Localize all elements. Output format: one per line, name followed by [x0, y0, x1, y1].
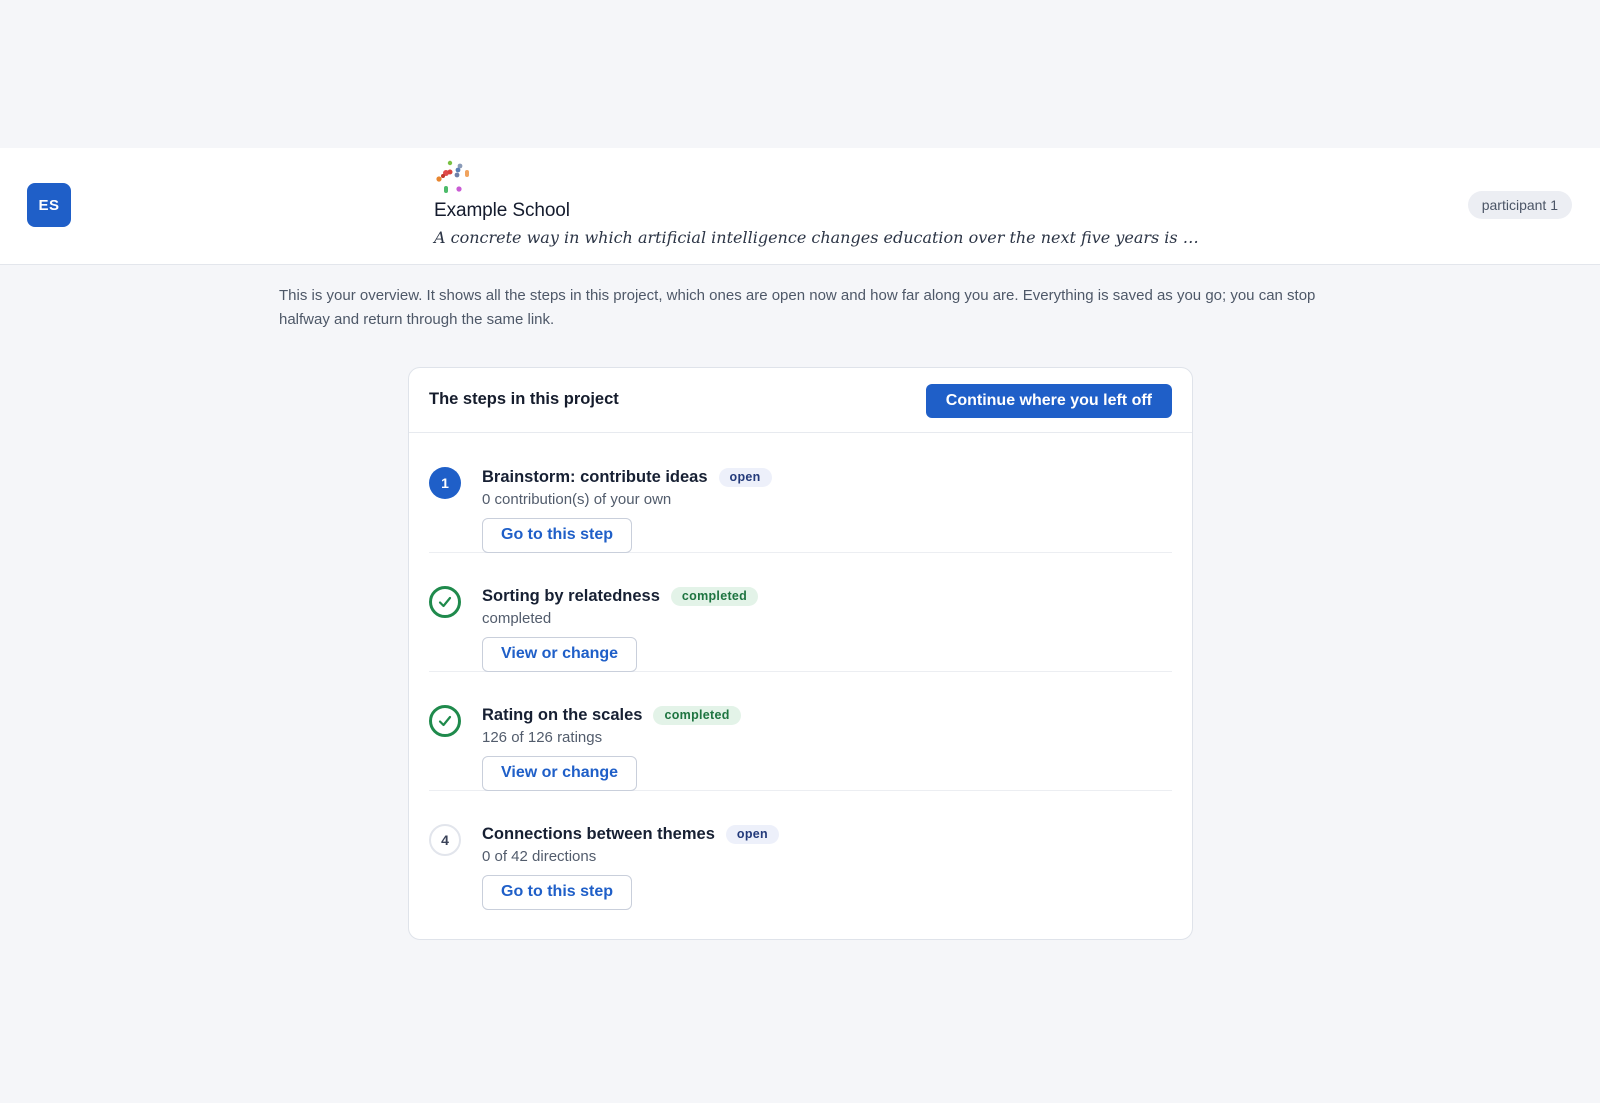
step-number-marker: 1 — [429, 467, 461, 499]
step-item: 1 Brainstorm: contribute ideas open 0 co… — [429, 434, 1172, 553]
step-item: 4 Connections between themes open 0 of 4… — [429, 791, 1172, 910]
go-to-step-button[interactable]: Go to this step — [482, 875, 632, 910]
status-badge: completed — [670, 586, 759, 606]
brand-block: Example School A concrete way in which a… — [434, 160, 1234, 247]
view-or-change-button[interactable]: View or change — [482, 637, 638, 672]
step-body: Connections between themes open 0 of 42 … — [482, 823, 779, 910]
step-title: Sorting by relatedness — [482, 586, 660, 605]
intro-text: This is your overview. It shows all the … — [279, 287, 1316, 328]
step-body: Rating on the scales completed 126 of 12… — [482, 704, 741, 791]
step-item: Sorting by relatedness completed complet… — [429, 553, 1172, 672]
step-title: Rating on the scales — [482, 705, 643, 724]
check-icon — [438, 596, 452, 608]
steps-card: The steps in this project Continue where… — [408, 367, 1193, 940]
card-title: The steps in this project — [429, 390, 619, 408]
step-progress: 126 of 126 ratings — [482, 729, 603, 746]
step-body: Sorting by relatedness completed complet… — [482, 585, 759, 672]
status-badge: open — [725, 824, 779, 844]
steps-list: 1 Brainstorm: contribute ideas open 0 co… — [429, 434, 1172, 910]
status-badge: open — [718, 467, 772, 487]
status-badge: completed — [653, 705, 741, 725]
avatar[interactable]: ES — [27, 183, 71, 227]
step-progress: 0 of 42 directions — [482, 848, 597, 865]
colorful-dots-logo-icon — [436, 160, 469, 193]
step-title: Connections between themes — [482, 824, 715, 843]
step-body: Brainstorm: contribute ideas open 0 cont… — [482, 466, 772, 553]
go-to-step-button[interactable]: Go to this step — [482, 518, 632, 553]
step-completed-marker — [429, 586, 461, 618]
check-icon — [438, 715, 452, 727]
step-completed-marker — [429, 705, 461, 737]
school-name: Example School — [434, 200, 570, 221]
step-item: Rating on the scales completed 126 of 12… — [429, 672, 1172, 791]
continue-button[interactable]: Continue where you left off — [925, 384, 1172, 418]
step-progress: 0 contribution(s) of your own — [482, 491, 672, 508]
project-question: A concrete way in which artificial intel… — [434, 228, 1199, 247]
card-header: The steps in this project Continue where… — [409, 368, 1192, 433]
top-header: ES Example School A concrete way in whic… — [0, 148, 1600, 265]
step-number-marker: 4 — [429, 824, 461, 856]
view-or-change-button[interactable]: View or change — [482, 756, 638, 791]
step-title: Brainstorm: contribute ideas — [482, 467, 708, 486]
participant-badge: participant 1 — [1467, 191, 1572, 219]
step-progress: completed — [482, 610, 552, 627]
